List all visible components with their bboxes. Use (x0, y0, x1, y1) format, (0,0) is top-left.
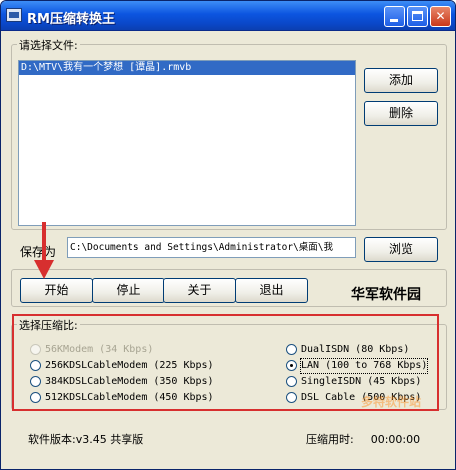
window-title: RM压缩转换王 (27, 12, 115, 27)
radio-label: SingleISDN (45 Kbps) (301, 376, 422, 387)
radio-label: 384KDSLCableModem (350 Kbps) (45, 376, 214, 387)
save-path-input[interactable]: C:\Documents and Settings\Administrator\… (67, 237, 356, 258)
radio-button-icon (286, 376, 297, 387)
exit-button[interactable]: 退出 (235, 278, 308, 303)
radio-button-icon (30, 376, 41, 387)
minimize-button[interactable] (384, 6, 405, 27)
radio-label: DualISDN (80 Kbps) (301, 344, 410, 355)
radio-button-icon (30, 344, 41, 355)
compression-time-label: 压缩用时: (306, 433, 354, 446)
file-list-item[interactable]: D:\MTV\我有一个梦想 [谭晶].rmvb (19, 61, 355, 75)
watermark-text: 多特软件站 (361, 395, 422, 409)
file-list[interactable] (18, 60, 356, 226)
radio-button-icon (286, 344, 297, 355)
radio-button-selected-icon (286, 360, 297, 371)
compression-legend: 选择压缩比: (17, 317, 80, 333)
compression-time-value: 00:00:00 (370, 433, 421, 446)
close-icon: ✕ (435, 9, 446, 23)
maximize-icon (412, 11, 423, 21)
radio-button-icon (30, 360, 41, 371)
version-label: 软件版本:v3.45 共享版 (28, 433, 144, 446)
title-bar[interactable]: RM压缩转换王 ✕ (1, 1, 455, 31)
start-button[interactable]: 开始 (20, 278, 93, 303)
radio-label: 56KModem (34 Kbps) (45, 344, 154, 355)
file-group-legend: 请选择文件: (17, 37, 80, 53)
stop-button[interactable]: 停止 (92, 278, 165, 303)
add-button[interactable]: 添加 (364, 68, 438, 93)
close-button[interactable]: ✕ (430, 6, 451, 27)
brand-label: 华军软件园 (351, 287, 421, 303)
radio-label: 512KDSLCableModem (450 Kbps) (45, 392, 214, 403)
red-arrow-icon (34, 222, 54, 279)
about-button[interactable]: 关于 (163, 278, 236, 303)
radio-label: LAN (100 to 768 Kbps) (299, 358, 429, 374)
app-icon (6, 8, 22, 22)
app-window: RM压缩转换王 ✕ 请选择文件: D:\MTV\我有一个梦想 [谭晶].rmvb… (0, 0, 456, 470)
browse-button[interactable]: 浏览 (364, 237, 438, 262)
minimize-icon (390, 19, 398, 22)
radio-button-icon (30, 392, 41, 403)
maximize-button[interactable] (407, 6, 428, 27)
radio-label: 256KDSLCableModem (225 Kbps) (45, 360, 214, 371)
delete-button[interactable]: 删除 (364, 101, 438, 126)
radio-button-icon (286, 392, 297, 403)
compression-time: 压缩用时: 00:00:00 (306, 431, 420, 447)
